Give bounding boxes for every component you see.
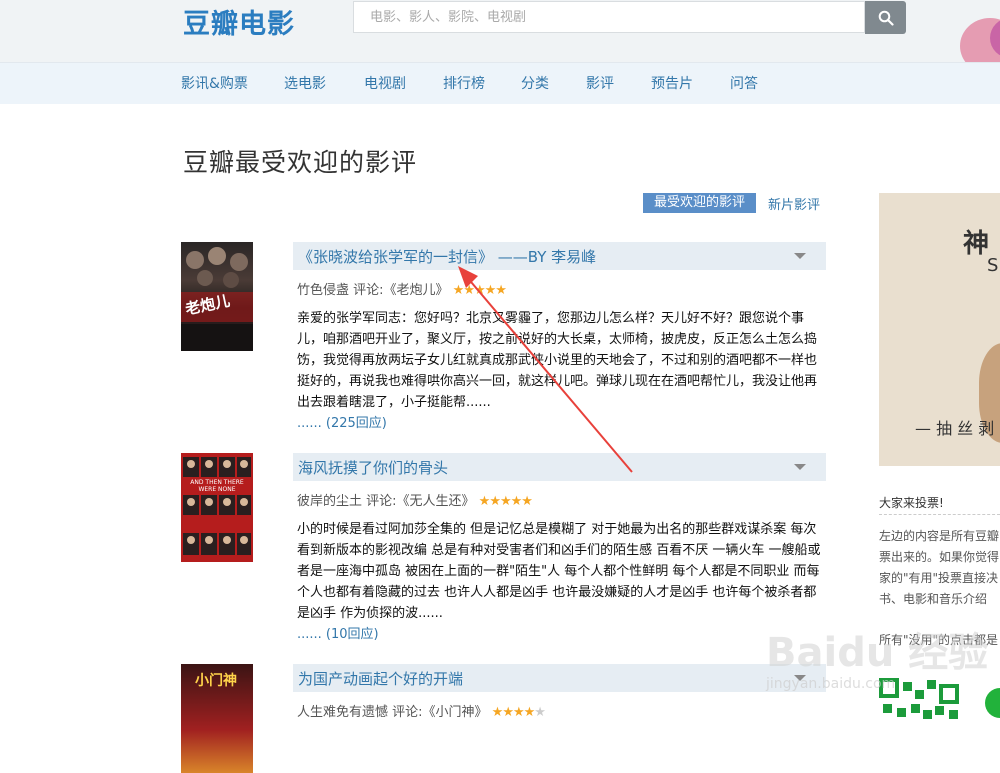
nav-item-explore[interactable]: 选电影	[284, 73, 326, 93]
search-icon	[878, 10, 894, 26]
nav-item-tv[interactable]: 电视剧	[364, 73, 406, 93]
divider	[879, 514, 1000, 515]
douban-movie-logo[interactable]: 豆瓣电影	[183, 2, 295, 41]
rating-stars: ★★★★★	[491, 705, 546, 720]
review-excerpt: 亲爱的张学军同志：您好吗？北京又雾霾了，您那边儿怎么样？天儿好不好？跟您说个事儿…	[297, 311, 818, 410]
baidu-watermark-url: jingyan.baidu.com	[766, 676, 896, 692]
nav-item-trailer[interactable]: 预告片	[651, 73, 693, 93]
review-movie[interactable]: 评论:《老炮儿》	[349, 283, 448, 298]
chevron-down-icon[interactable]	[794, 253, 806, 259]
sidebar-description-line: 左边的内容是所有豆瓣	[879, 529, 1000, 543]
search-box[interactable]	[353, 1, 865, 33]
review-meta: 人生难免有遗憾 评论:《小门神》 ★★★★★	[297, 701, 546, 720]
review-title-bar: 为国产动画起个好的开端	[293, 664, 826, 692]
review-meta: 竹色侵盏 评论:《老炮儿》 ★★★★★	[297, 279, 507, 298]
nav-item-showtimes[interactable]: 影讯&购票	[181, 73, 248, 93]
ad-slogan: — 抽 丝 剥	[915, 419, 995, 438]
nav-item-chart[interactable]: 排行榜	[443, 73, 485, 93]
rating-stars: ★★★★★	[452, 283, 507, 298]
nav-item-tag[interactable]: 分类	[521, 73, 549, 93]
sidebar-description-line: 家的"有用"投票直接决	[879, 571, 999, 585]
poster-title: 小门神	[195, 673, 237, 689]
review-title-bar: 海风抚摸了你们的骨头	[293, 453, 826, 481]
review-author[interactable]: 人生难免有遗憾	[297, 705, 388, 720]
tab-new-reviews[interactable]: 新片影评	[768, 194, 820, 213]
movie-poster[interactable]: 小门神	[181, 664, 253, 773]
poster-title: AND THEN THERE WERE NONE	[190, 479, 244, 493]
review-excerpt: 小的时候是看过阿加莎全集的 但是记忆总是模糊了 对于她最为出名的那些群戏谋杀案 …	[297, 522, 821, 621]
review-replies-link[interactable]: ...... (225回应)	[297, 412, 387, 431]
search-input[interactable]	[354, 2, 864, 32]
tab-popular-reviews[interactable]: 最受欢迎的影评	[643, 193, 757, 213]
main-nav: 影讯&购票 选电影 电视剧 排行榜 分类 影评 预告片 问答	[0, 62, 1000, 104]
search-button[interactable]	[865, 1, 906, 34]
review-title[interactable]: 海风抚摸了你们的骨头	[298, 457, 448, 478]
review-author[interactable]: 竹色侵盏	[297, 283, 349, 298]
sidebar-ad-banner[interactable]: 神 S — 抽 丝 剥	[879, 193, 1000, 466]
ad-title: 神	[963, 229, 990, 259]
page-title: 豆瓣最受欢迎的影评	[183, 148, 418, 177]
review-title[interactable]: 《张晓波给张学军的一封信》 ——BY 李易峰	[298, 246, 596, 267]
review-replies-link[interactable]: ...... (10回应)	[297, 623, 379, 642]
review-author[interactable]: 彼岸的尘土	[297, 494, 362, 509]
nav-item-review[interactable]: 影评	[586, 73, 614, 93]
movie-poster[interactable]: 老炮儿	[181, 242, 253, 351]
vote-heading: 大家来投票!	[879, 496, 944, 510]
chevron-down-icon[interactable]	[794, 464, 806, 470]
review-meta: 彼岸的尘土 评论:《无人生还》 ★★★★★	[297, 490, 533, 509]
nav-item-qa[interactable]: 问答	[730, 73, 758, 93]
sidebar-description-line: 票出来的。如果你觉得	[879, 550, 1000, 564]
sidebar-description: 左边的内容是所有豆瓣 票出来的。如果你觉得 家的"有用"投票直接决 书、电影和音…	[879, 526, 1000, 610]
review-movie[interactable]: 评论:《无人生还》	[362, 494, 474, 509]
review-title-bar: 《张晓波给张学军的一封信》 ——BY 李易峰	[293, 242, 826, 270]
baidu-watermark: Baidu 经验	[766, 630, 989, 676]
review-movie[interactable]: 评论:《小门神》	[388, 705, 487, 720]
movie-poster[interactable]: AND THEN THERE WERE NONE	[181, 453, 253, 562]
wechat-icon[interactable]	[985, 688, 1000, 718]
review-title[interactable]: 为国产动画起个好的开端	[298, 668, 463, 689]
rating-stars: ★★★★★	[478, 494, 533, 509]
sidebar-description-line: 书、电影和音乐介绍	[879, 592, 988, 606]
ad-subtitle: S	[987, 255, 999, 276]
